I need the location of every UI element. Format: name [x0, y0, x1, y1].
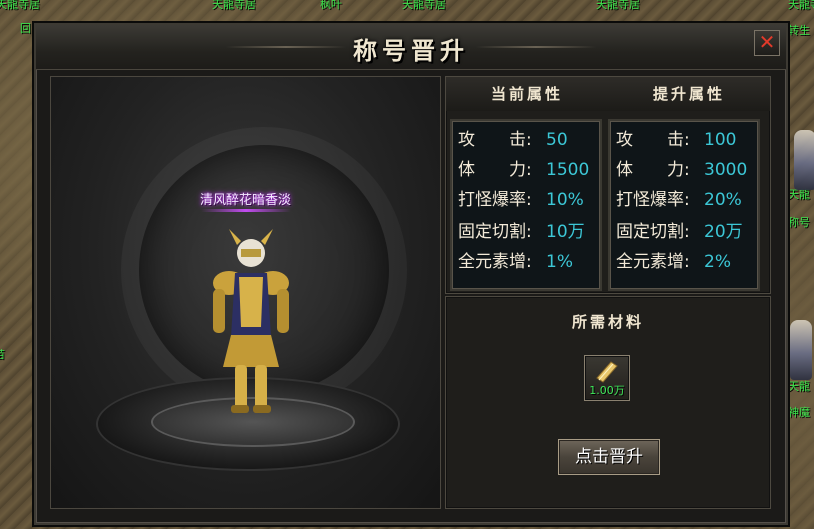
current-attrs-box: 攻 击: 50 体 力: 1500 打怪爆率: 10% 固定切割: 10万 全元素增: 1… [450, 119, 602, 291]
current-attr-row: 攻 击: 50 [458, 125, 568, 155]
attr-value: 20% [704, 190, 742, 210]
upgrade-button[interactable]: 点击晋升 [558, 439, 660, 475]
attr-value: 10万 [546, 222, 585, 242]
upgrade-attr-row: 攻 击: 100 [616, 125, 736, 155]
window-titlebar[interactable]: 称号晋升 ✕ [36, 25, 786, 70]
bg-player-name[interactable]: 回 [20, 20, 31, 36]
attr-label: 攻 击: [458, 130, 532, 150]
current-attr-row: 打怪爆率: 10% [458, 185, 584, 215]
attr-value: 1500 [546, 160, 590, 180]
attr-value: 20万 [704, 222, 743, 242]
bg-player-name[interactable]: 枫叶 [320, 0, 342, 12]
bg-player-name[interactable]: 天龍寺居 [212, 0, 256, 12]
attr-value: 3000 [704, 160, 748, 180]
attr-label: 全元素增: [616, 252, 690, 272]
attributes-panel-header: 当前属性 提升属性 [446, 77, 770, 111]
character-preview: 清风醉花暗香淡 [50, 76, 441, 509]
bg-player-name[interactable]: 天龍寺居 [596, 0, 640, 12]
attr-label: 打怪爆率: [458, 190, 532, 210]
current-attrs-header: 当前属性 [490, 85, 563, 103]
bg-player-name[interactable]: 称号 [788, 214, 810, 230]
title-glow-bar [201, 209, 291, 212]
bg-player-name[interactable]: 苗 [0, 346, 5, 362]
bg-player-name[interactable]: 天龍寺居 [0, 0, 40, 12]
attr-label: 固定切割: [616, 222, 690, 242]
upgrade-attrs-box: 攻 击: 100 体 力: 3000 打怪爆率: 20% 固定切割: 20万 全元素增:… [608, 119, 760, 291]
window-title: 称号晋升 [353, 36, 469, 65]
bg-player-name[interactable]: 天龍 [788, 378, 810, 394]
attr-label: 固定切割: [458, 222, 532, 242]
bg-character-figure[interactable] [794, 130, 814, 190]
attr-label: 攻 击: [616, 130, 690, 150]
bg-player-name[interactable]: 转生 [788, 22, 810, 38]
upgrade-attr-row: 体 力: 3000 [616, 155, 747, 185]
upgrade-attr-row: 打怪爆率: 20% [616, 185, 742, 215]
current-attr-row: 全元素增: 1% [458, 247, 573, 277]
bg-player-name[interactable]: 神魔 [788, 404, 810, 420]
upgrade-attr-row: 全元素增: 2% [616, 247, 731, 277]
close-button[interactable]: ✕ [754, 30, 780, 56]
materials-panel: 所需材料 1.00万 点击晋升 [445, 296, 771, 509]
bg-player-name[interactable]: 天龍寺居 [788, 0, 814, 12]
attr-label: 体 力: [458, 160, 532, 180]
character-title-label: 清风醉花暗香淡 [199, 193, 291, 208]
attr-value: 1% [546, 252, 573, 272]
material-count: 1.00万 [589, 384, 625, 397]
attr-value: 10% [546, 190, 584, 210]
title-upgrade-window: 称号晋升 ✕ 清风醉花暗香淡 当前属性 提升属性 攻 击: 50 体 力: 15… [34, 23, 788, 525]
attr-value: 50 [546, 130, 568, 150]
current-attr-row: 体 力: 1500 [458, 155, 589, 185]
materials-header: 所需材料 [571, 313, 644, 331]
attr-label: 打怪爆率: [616, 190, 690, 210]
bg-player-name[interactable]: 天龍寺居 [402, 0, 446, 12]
close-x-icon: ✕ [758, 30, 776, 54]
upgrade-attr-row: 固定切割: 20万 [616, 217, 743, 247]
current-attr-row: 固定切割: 10万 [458, 217, 585, 247]
upgrade-attrs-header: 提升属性 [652, 85, 725, 103]
attr-value: 2% [704, 252, 731, 272]
attributes-panel: 当前属性 提升属性 攻 击: 50 体 力: 1500 打怪爆率: 10% 固定切割:… [445, 76, 771, 294]
attr-value: 100 [704, 130, 737, 150]
attr-label: 全元素增: [458, 252, 532, 272]
bg-character-figure[interactable] [790, 320, 812, 380]
armored-character-model [213, 229, 289, 413]
attr-label: 体 力: [616, 160, 690, 180]
material-item-slot[interactable]: 1.00万 [584, 355, 630, 401]
